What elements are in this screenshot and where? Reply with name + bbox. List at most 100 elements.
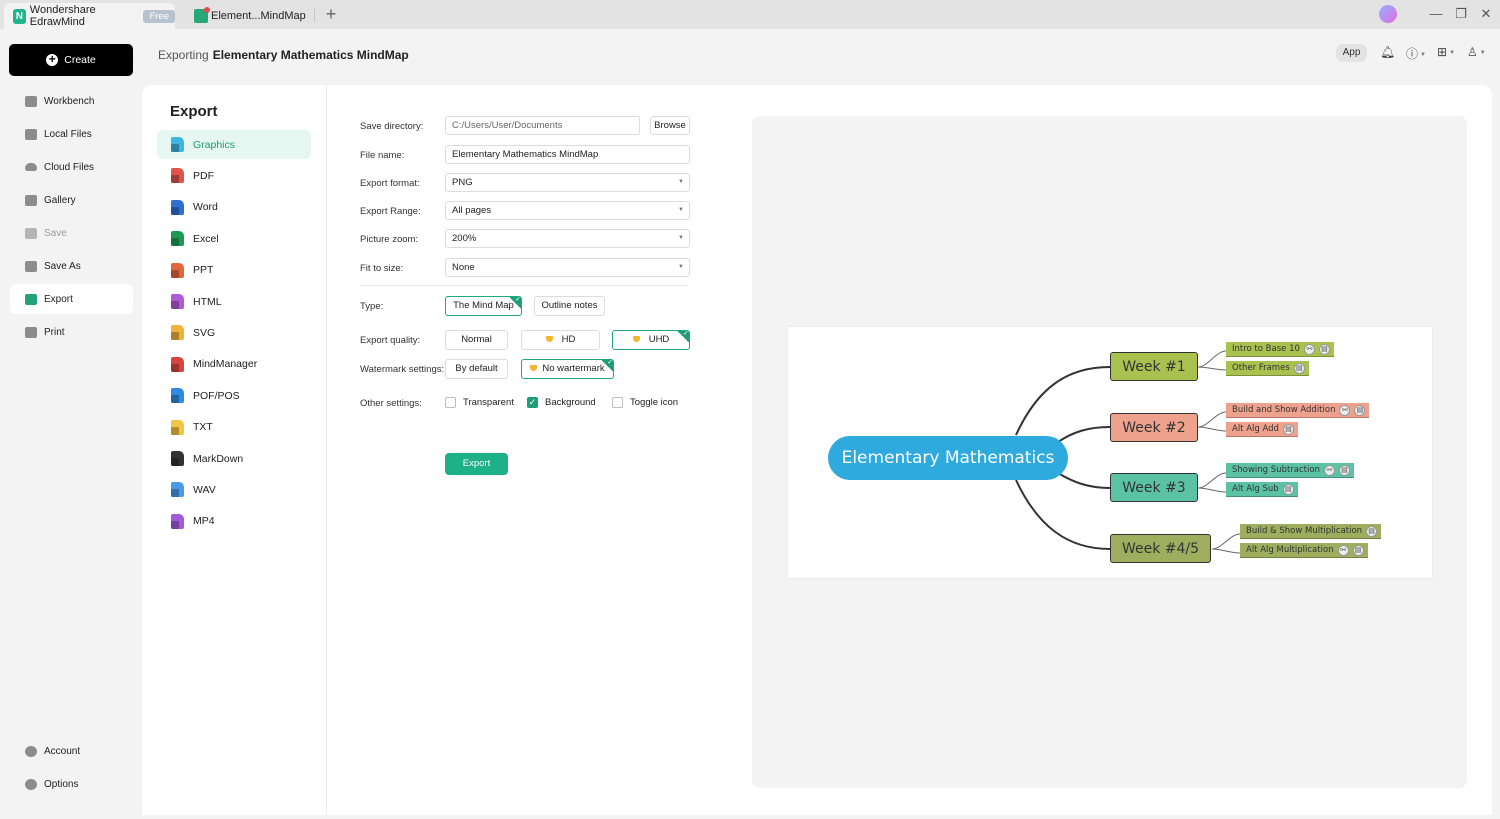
format-label: HTML bbox=[193, 295, 222, 308]
note-icon: ▤ bbox=[1354, 404, 1366, 416]
subtopic: Other Frames ▤ bbox=[1226, 361, 1309, 376]
toggle-icon-label: Toggle icon bbox=[630, 397, 679, 408]
format-item-svg[interactable]: SVG bbox=[157, 318, 311, 347]
topic-week-1: Week #1 bbox=[1110, 352, 1198, 381]
save-directory-input[interactable]: C:/Users/User/Documents bbox=[445, 116, 640, 135]
restore-button[interactable]: ❐ bbox=[1453, 6, 1469, 22]
quality-option-uhd[interactable]: UHD bbox=[612, 330, 690, 350]
watermark-none-label: No wartermark bbox=[542, 363, 605, 374]
format-item-mp4[interactable]: MP4 bbox=[157, 507, 311, 536]
export-dialog: Export Graphics PDF Word Excel PPT HTML SVG Min… bbox=[142, 85, 1492, 815]
format-item-pdf[interactable]: PDF bbox=[157, 161, 311, 190]
picture-zoom-value: 200% bbox=[452, 233, 477, 244]
print-icon bbox=[25, 326, 37, 338]
create-button[interactable]: + Create bbox=[9, 44, 133, 76]
tab-app-home[interactable]: N Wondershare EdrawMind Free bbox=[4, 3, 175, 29]
connector-week-2 bbox=[1057, 426, 1111, 443]
central-topic: Elementary Mathematics bbox=[828, 436, 1068, 480]
format-item-html[interactable]: HTML bbox=[157, 287, 311, 316]
format-label: WAV bbox=[193, 483, 216, 496]
format-item-ppt[interactable]: PPT bbox=[157, 256, 311, 285]
pof-pos-file-icon bbox=[171, 388, 184, 404]
export-button[interactable]: Export bbox=[445, 453, 508, 475]
file-name-input[interactable]: Elementary Mathematics MindMap bbox=[445, 145, 690, 164]
toggle-icon-checkbox[interactable]: Toggle icon bbox=[612, 397, 678, 408]
format-item-excel[interactable]: Excel bbox=[157, 224, 311, 253]
account-icon bbox=[25, 745, 37, 757]
sidebar-item-label: Print bbox=[44, 326, 65, 338]
crown-icon bbox=[530, 365, 538, 372]
workbench-icon bbox=[25, 95, 37, 107]
format-item-pof-pos[interactable]: POF/POS bbox=[157, 381, 311, 410]
type-option-outline-notes[interactable]: Outline notes bbox=[534, 296, 605, 316]
type-option-mind-map[interactable]: The Mind Map bbox=[445, 296, 522, 316]
picture-zoom-select[interactable]: 200% ▼ bbox=[445, 229, 690, 248]
close-button[interactable]: ✕ bbox=[1478, 6, 1494, 22]
minimize-button[interactable]: — bbox=[1428, 6, 1444, 21]
chevron-down-icon: ▼ bbox=[1420, 51, 1426, 58]
bell-icon[interactable]: 🔔︎ bbox=[1380, 45, 1395, 59]
app-button[interactable]: App bbox=[1336, 44, 1367, 62]
checkbox-unchecked-icon bbox=[445, 397, 456, 408]
subtopic-label: Build & Show Multiplication bbox=[1246, 526, 1363, 536]
sidebar-item-print[interactable]: Print bbox=[10, 317, 133, 347]
sidebar-item-label: Gallery bbox=[44, 194, 76, 206]
apps-menu[interactable]: ⊞ ▼ bbox=[1437, 45, 1455, 59]
export-format-select[interactable]: PNG ▼ bbox=[445, 173, 690, 192]
fit-to-size-select[interactable]: None ▼ bbox=[445, 258, 690, 277]
sidebar-item-export[interactable]: Export bbox=[10, 284, 133, 314]
format-item-word[interactable]: Word bbox=[157, 193, 311, 222]
watermark-option-none[interactable]: No wartermark bbox=[521, 359, 614, 379]
sidebar-item-local-files[interactable]: Local Files bbox=[10, 119, 133, 149]
subtopic-label: Showing Subtraction bbox=[1232, 465, 1320, 475]
format-label: PPT bbox=[193, 264, 214, 277]
tab-document[interactable]: Element...MindMap bbox=[190, 3, 306, 29]
sidebar: + Create Workbench Local Files Cloud Fil… bbox=[0, 29, 142, 819]
sidebar-item-workbench[interactable]: Workbench bbox=[10, 86, 133, 116]
subtopic: Alt Alg Multiplication ⚯ ▤ bbox=[1240, 543, 1368, 558]
apps-grid-icon: ⊞ bbox=[1437, 45, 1448, 59]
export-format-value: PNG bbox=[452, 177, 473, 188]
app-tab-label: Wondershare EdrawMind bbox=[29, 4, 96, 28]
quality-option-hd[interactable]: HD bbox=[521, 330, 600, 350]
sidebar-item-save-as[interactable]: Save As bbox=[10, 251, 133, 281]
browse-button[interactable]: Browse bbox=[650, 116, 690, 135]
note-icon: ▤ bbox=[1282, 483, 1294, 495]
format-item-wav[interactable]: WAV bbox=[157, 475, 311, 504]
format-item-markdown[interactable]: MarkDown bbox=[157, 444, 311, 473]
skin-menu[interactable]: ♙ ▼ bbox=[1467, 45, 1486, 59]
picture-zoom-label: Picture zoom: bbox=[360, 234, 419, 245]
format-item-graphics[interactable]: Graphics bbox=[157, 130, 311, 159]
sub-connector bbox=[1197, 411, 1227, 432]
fit-to-size-value: None bbox=[452, 262, 475, 273]
chevron-down-icon: ▼ bbox=[678, 235, 684, 241]
sidebar-item-account[interactable]: Account bbox=[10, 736, 133, 766]
format-label: TXT bbox=[193, 421, 213, 434]
background-checkbox[interactable]: ✓ Background bbox=[527, 397, 596, 408]
sidebar-item-label: Account bbox=[44, 745, 81, 757]
plus-icon: + bbox=[46, 53, 59, 66]
help-menu[interactable]: ⓘ ▼ bbox=[1406, 45, 1426, 62]
quality-uhd-label: UHD bbox=[648, 334, 670, 345]
watermark-option-default[interactable]: By default bbox=[445, 359, 508, 379]
sidebar-item-cloud-files[interactable]: Cloud Files bbox=[10, 152, 133, 182]
export-range-select[interactable]: All pages ▼ bbox=[445, 201, 690, 220]
sidebar-item-gallery[interactable]: Gallery bbox=[10, 185, 133, 215]
user-avatar[interactable] bbox=[1379, 5, 1397, 23]
sidebar-item-save[interactable]: Save bbox=[10, 218, 133, 248]
export-heading: Export bbox=[170, 103, 218, 120]
format-item-mindmanager[interactable]: MindManager bbox=[157, 350, 311, 379]
format-item-txt[interactable]: TXT bbox=[157, 413, 311, 442]
new-tab-button[interactable]: + bbox=[322, 4, 340, 25]
format-label: SVG bbox=[193, 326, 216, 339]
create-label: Create bbox=[64, 54, 96, 66]
link-icon: ⚯ bbox=[1303, 343, 1315, 355]
transparent-label: Transparent bbox=[463, 397, 514, 408]
transparent-checkbox[interactable]: Transparent bbox=[445, 397, 514, 408]
mindmap-preview: Elementary Mathematics Week #1 Intro to B… bbox=[787, 326, 1433, 579]
quality-option-normal[interactable]: Normal bbox=[445, 330, 508, 350]
watermark-label: Watermark settings: bbox=[360, 364, 445, 375]
sidebar-item-options[interactable]: Options bbox=[10, 769, 133, 799]
checkbox-checked-icon: ✓ bbox=[527, 397, 538, 408]
sub-connector bbox=[1197, 472, 1227, 493]
